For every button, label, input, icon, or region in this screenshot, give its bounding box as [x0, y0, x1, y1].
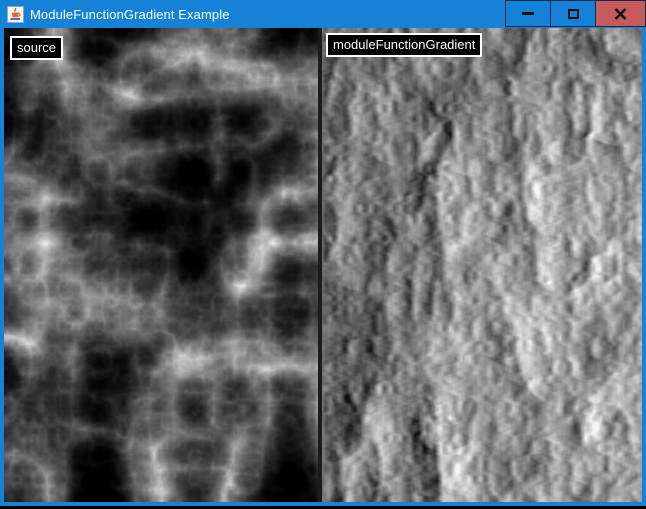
window-controls	[505, 0, 646, 28]
source-panel: source	[4, 28, 318, 502]
close-button[interactable]	[596, 0, 646, 27]
source-label: source	[10, 36, 63, 60]
gradient-label: moduleFunctionGradient	[326, 33, 482, 57]
window-title: ModuleFunctionGradient Example	[30, 7, 230, 22]
minimize-icon	[522, 12, 534, 15]
titlebar[interactable]: ModuleFunctionGradient Example	[0, 0, 646, 28]
close-icon	[614, 8, 627, 20]
java-coffee-cup-icon	[7, 6, 24, 23]
module-function-gradient-image	[322, 28, 642, 502]
app-window: ModuleFunctionGradient Example source mo…	[0, 0, 646, 506]
minimize-button[interactable]	[505, 0, 551, 27]
maximize-icon	[568, 9, 579, 19]
maximize-button[interactable]	[551, 0, 596, 27]
source-image	[4, 28, 318, 502]
image-area: source moduleFunctionGradient	[4, 28, 642, 502]
gradient-panel: moduleFunctionGradient	[322, 28, 642, 502]
